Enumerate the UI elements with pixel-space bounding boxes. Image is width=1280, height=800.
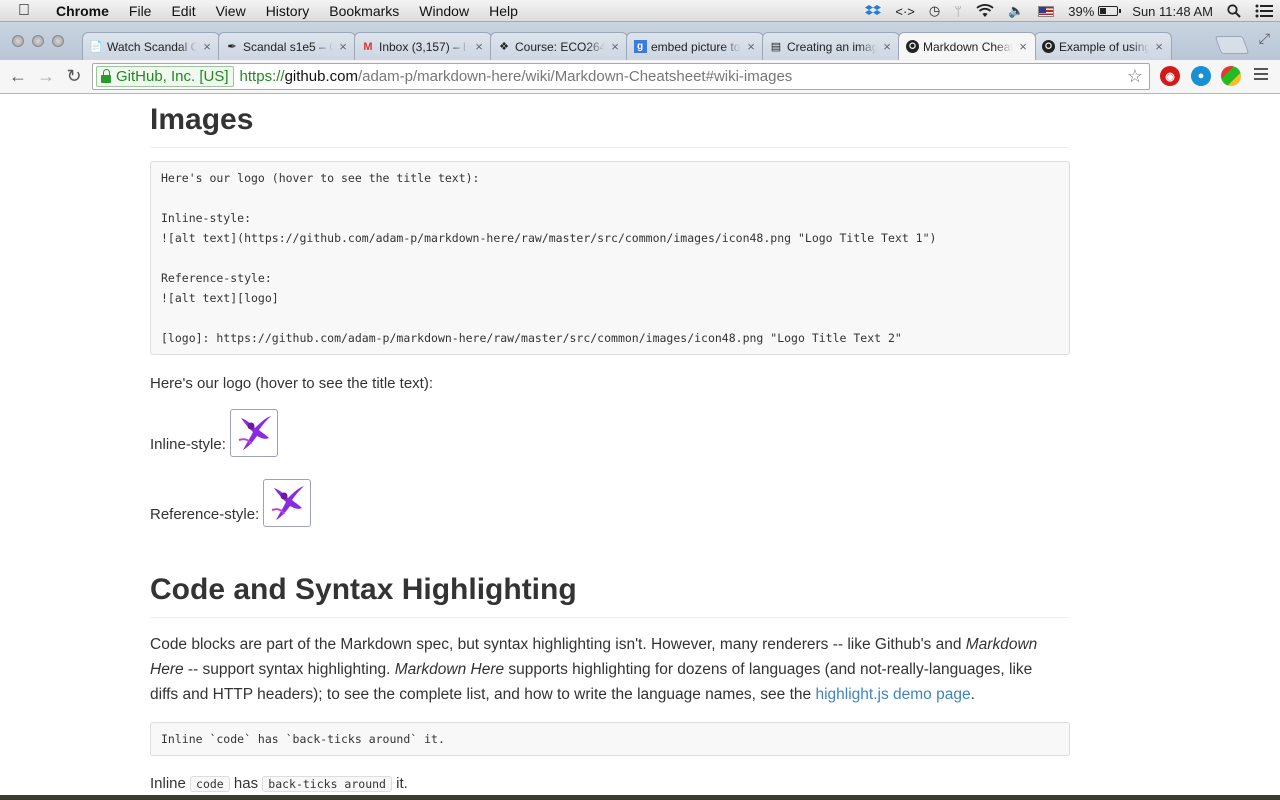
tab-close-icon[interactable]: × <box>1153 39 1165 54</box>
github-icon <box>1041 40 1055 54</box>
time-machine-icon[interactable]: ◷ <box>922 0 947 22</box>
tab-title: Markdown Cheats <box>923 39 1013 54</box>
adblock-extension-icon[interactable]: ◉ <box>1160 66 1180 86</box>
chrome-menu-icon[interactable] <box>1254 68 1268 83</box>
bluetooth-icon[interactable]: ᛘ <box>947 0 969 22</box>
tab-list: 📄 Watch Scandal Online × ✒ Scandal s1e5 – C ×… <box>82 32 1172 60</box>
code-highlighting-heading: Code and Syntax Highlighting <box>150 573 1070 618</box>
menu-bookmarks[interactable]: Bookmarks <box>319 0 409 22</box>
dock-edge <box>0 795 1280 800</box>
input-source-flag-icon[interactable] <box>1031 0 1061 22</box>
tab-close-icon[interactable]: × <box>1017 39 1029 54</box>
menu-history[interactable]: History <box>256 0 320 22</box>
close-window-button[interactable] <box>12 35 24 47</box>
tab-title: Inbox (3,157) – l <box>379 39 466 54</box>
back-button[interactable]: ← <box>4 63 32 91</box>
tab-title: Course: ECO264 <box>515 39 605 54</box>
tab-0[interactable]: 📄 Watch Scandal Online × <box>82 32 220 60</box>
tab-1[interactable]: ✒ Scandal s1e5 – C × <box>218 32 356 60</box>
tab-close-icon[interactable]: × <box>881 39 893 54</box>
page-icon: 📄 <box>89 41 103 53</box>
tab-title: embed picture to <box>651 39 741 54</box>
tab-6[interactable]: Markdown Cheats × <box>898 32 1036 60</box>
menu-file[interactable]: File <box>119 0 162 22</box>
tab-close-icon[interactable]: × <box>609 39 621 54</box>
checker-extension-icon[interactable] <box>1221 66 1241 86</box>
github-icon <box>905 40 919 54</box>
google-icon: g <box>633 40 647 54</box>
lock-icon <box>101 69 111 83</box>
tab-2[interactable]: M Inbox (3,157) – l × <box>354 32 492 60</box>
battery-icon <box>1098 6 1122 16</box>
circle-extension-icon[interactable]: ● <box>1191 66 1211 86</box>
inline-code-block: Inline `code` has `back-ticks around` it… <box>150 722 1070 756</box>
spotlight-search-icon[interactable] <box>1220 0 1248 22</box>
tab-title: Scandal s1e5 – C <box>243 39 333 54</box>
reference-style-label: Reference-style: <box>150 506 264 523</box>
page-viewport[interactable]: Images Here's our logo (hover to see the… <box>0 95 1280 795</box>
code-snippet: code <box>190 776 230 792</box>
tab-7[interactable]: Example of using × <box>1034 32 1172 60</box>
tab-strip: 📄 Watch Scandal Online × ✒ Scandal s1e5 – C ×… <box>0 22 1280 60</box>
tab-close-icon[interactable]: × <box>473 39 485 54</box>
markdown-here-logo-image[interactable] <box>263 479 312 527</box>
menu-app-chrome[interactable]: Chrome <box>52 0 119 22</box>
code-highlighting-description: Code blocks are part of the Markdown spe… <box>150 636 1038 703</box>
url-text[interactable]: https://github.com/adam-p/markdown-here/… <box>240 68 793 85</box>
reference-style-row: Reference-style: <box>150 479 312 527</box>
volume-icon[interactable]: 🔈 <box>1001 0 1031 22</box>
tab-4[interactable]: g embed picture to × <box>626 32 764 60</box>
tab-close-icon[interactable]: × <box>201 39 213 54</box>
tab-close-icon[interactable]: × <box>337 39 349 54</box>
tab-title: Example of using <box>1059 39 1149 54</box>
menu-window[interactable]: Window <box>409 0 479 22</box>
ev-label: GitHub, Inc. [US] <box>116 68 229 85</box>
battery-percent: 39% <box>1068 3 1095 19</box>
markdown-here-logo-image[interactable] <box>230 409 279 457</box>
clock[interactable]: Sun 11:48 AM <box>1125 0 1220 22</box>
reload-button[interactable]: ↻ <box>60 63 88 91</box>
inline-code-rendered: Inline code has back-ticks around it. <box>150 775 408 792</box>
battery-status[interactable]: 39% <box>1061 0 1125 22</box>
inline-style-row: Inline-style: <box>150 409 279 457</box>
forward-button[interactable]: → <box>32 63 60 91</box>
menu-help[interactable]: Help <box>479 0 528 22</box>
menu-bar:  Chrome File Edit View History Bookmark… <box>0 0 1280 22</box>
code-arrows-icon[interactable]: <·> <box>888 0 922 22</box>
ev-certificate-badge[interactable]: GitHub, Inc. [US] <box>96 66 234 87</box>
gmail-icon: M <box>363 40 373 53</box>
images-code-block: Here's our logo (hover to see the title … <box>150 161 1070 355</box>
minimize-window-button[interactable] <box>32 35 44 47</box>
menu-view[interactable]: View <box>206 0 256 22</box>
fullscreen-icon[interactable]: ⤢ <box>1259 30 1270 47</box>
apple-menu-icon[interactable]:  <box>18 0 40 22</box>
browser-toolbar: ← → ↻ GitHub, Inc. [US] https://github.c… <box>0 60 1280 94</box>
zoom-window-button[interactable] <box>52 35 64 47</box>
dropbox-icon[interactable] <box>858 0 888 22</box>
status-area: <·> ◷ ᛘ 🔈 39% Sun 11:48 AM <box>858 0 1280 22</box>
stack-icon: ▤ <box>770 41 782 53</box>
tab-title: Watch Scandal Online <box>107 39 197 54</box>
address-bar[interactable]: GitHub, Inc. [US] https://github.com/ada… <box>92 63 1150 90</box>
notification-center-icon[interactable] <box>1248 0 1280 22</box>
bookmark-star-icon[interactable]: ☆ <box>1127 66 1143 87</box>
window-controls <box>12 35 64 47</box>
logo-intro-text: Here's our logo (hover to see the title … <box>150 375 434 392</box>
menu-edit[interactable]: Edit <box>161 0 205 22</box>
tab-title: Creating an imag <box>787 39 877 54</box>
inline-style-label: Inline-style: <box>150 436 231 453</box>
code-snippet: back-ticks around <box>262 776 392 792</box>
new-tab-button[interactable] <box>1214 36 1250 54</box>
tab-5[interactable]: ▤ Creating an imag × <box>762 32 900 60</box>
course-icon: ❖ <box>499 41 509 53</box>
wifi-icon[interactable] <box>969 0 1001 22</box>
tab-3[interactable]: ❖ Course: ECO264 × <box>490 32 628 60</box>
highlightjs-demo-link[interactable]: highlight.js demo page <box>815 686 970 703</box>
quill-icon: ✒ <box>227 41 237 53</box>
images-heading: Images <box>150 103 1070 148</box>
tab-close-icon[interactable]: × <box>745 39 757 54</box>
